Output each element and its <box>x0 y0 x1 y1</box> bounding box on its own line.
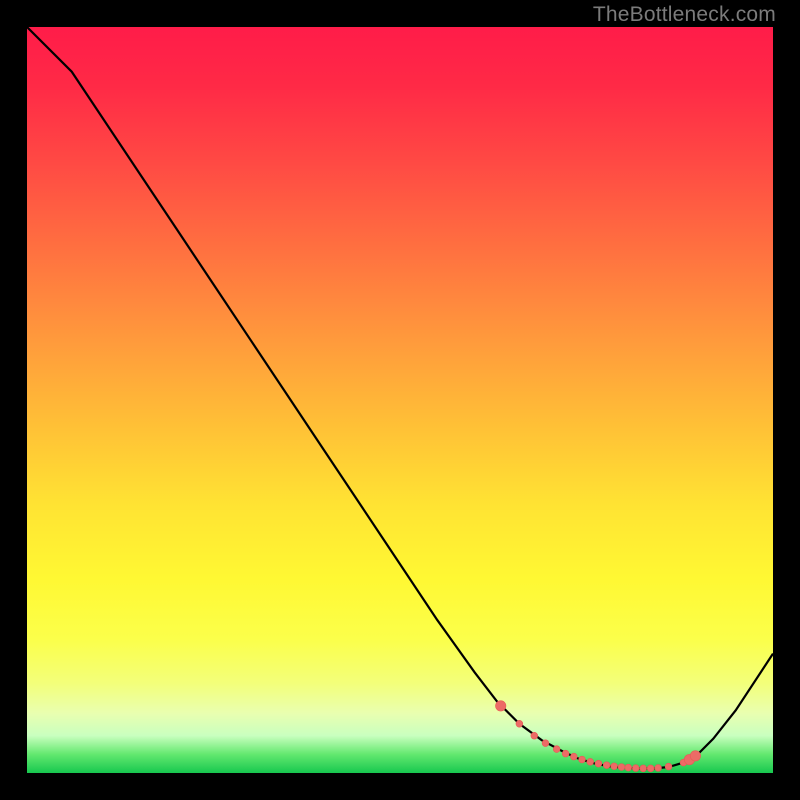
watermark-text: TheBottleneck.com <box>593 3 776 27</box>
curve-marker <box>690 751 700 761</box>
curve-marker <box>618 764 625 771</box>
curve-marker <box>647 765 654 772</box>
curve-marker <box>603 762 610 769</box>
curve-marker <box>655 765 662 772</box>
curve-marker <box>587 758 594 765</box>
curve-marker <box>611 763 618 770</box>
bottleneck-curve <box>27 27 773 769</box>
curve-markers <box>496 701 701 772</box>
curve-marker <box>516 720 523 727</box>
chart-svg <box>27 27 773 773</box>
curve-marker <box>570 753 577 760</box>
curve-marker <box>542 740 549 747</box>
curve-marker <box>496 701 506 711</box>
curve-marker <box>625 764 632 771</box>
chart-frame: TheBottleneck.com <box>0 0 800 800</box>
curve-marker <box>632 765 639 772</box>
curve-marker <box>553 746 560 753</box>
curve-marker <box>531 732 538 739</box>
curve-marker <box>665 763 672 770</box>
curve-marker <box>562 750 569 757</box>
curve-marker <box>595 760 602 767</box>
curve-marker <box>640 765 647 772</box>
curve-marker <box>579 756 586 763</box>
